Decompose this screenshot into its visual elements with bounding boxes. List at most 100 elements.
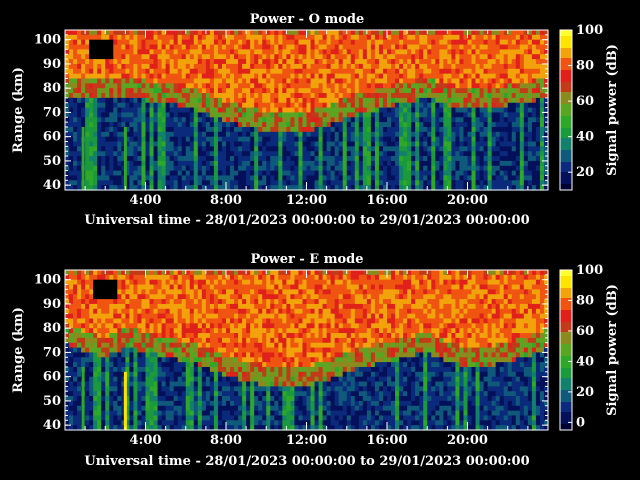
heatmap-cell — [278, 156, 283, 162]
heatmap-cell — [270, 88, 275, 94]
heatmap-cell — [419, 54, 424, 60]
heatmap-cell — [419, 117, 424, 123]
heatmap-cell — [415, 97, 420, 104]
heatmap-cell — [314, 141, 320, 147]
heatmap-cell — [411, 88, 416, 94]
heatmap-cell — [467, 97, 473, 104]
heatmap-cell — [278, 136, 283, 143]
heatmap-cell — [310, 68, 316, 75]
heatmap-cell — [298, 117, 304, 123]
heatmap-cell — [322, 54, 328, 60]
heatmap-cell — [378, 141, 384, 147]
heatmap-cell — [427, 160, 432, 167]
heatmap-cell — [221, 73, 227, 80]
heatmap-cell — [346, 126, 352, 133]
heatmap-cell — [109, 284, 114, 290]
heatmap-cell — [246, 146, 251, 152]
heatmap-cell — [374, 170, 380, 177]
heatmap-cell — [330, 97, 336, 104]
heatmap-cell — [105, 97, 110, 104]
heatmap-cell — [189, 151, 195, 157]
heatmap-cell — [391, 88, 396, 94]
heatmap-cell — [169, 97, 175, 104]
heatmap-cell — [153, 318, 159, 324]
heatmap-cell — [89, 391, 94, 397]
heatmap-cell — [165, 49, 171, 55]
heatmap-cell — [85, 102, 90, 109]
heatmap-cell — [399, 156, 404, 162]
heatmap-cell — [101, 396, 106, 402]
heatmap-cell — [129, 126, 135, 133]
heatmap-cell — [121, 323, 126, 329]
heatmap-cell — [358, 126, 364, 133]
heatmap-cell — [73, 318, 78, 324]
heatmap-cell — [153, 170, 159, 177]
heatmap-cell — [310, 39, 316, 46]
heatmap-cell — [274, 170, 279, 177]
heatmap-cell — [165, 39, 171, 46]
heatmap-cell — [403, 112, 408, 118]
heatmap-cell — [181, 49, 187, 55]
heatmap-cell — [85, 83, 90, 89]
heatmap-cell — [73, 420, 78, 426]
heatmap-cell — [318, 122, 324, 128]
heatmap-cell — [443, 88, 448, 94]
heatmap-cell — [169, 126, 175, 133]
heatmap-cell — [298, 170, 304, 177]
heatmap-cell — [226, 122, 231, 128]
heatmap-cell — [479, 39, 485, 46]
heatmap-cell — [97, 141, 102, 147]
heatmap-cell — [101, 366, 106, 373]
heatmap-cell — [447, 107, 453, 114]
heatmap-cell — [129, 160, 135, 167]
heatmap-cell — [419, 59, 424, 65]
heatmap-cell — [523, 44, 529, 50]
heatmap-cell — [415, 83, 420, 89]
heatmap-cell — [81, 318, 86, 324]
heatmap-cell — [181, 156, 187, 162]
heatmap-cell — [459, 107, 465, 114]
heatmap-cell — [165, 112, 171, 118]
heatmap-cell — [503, 146, 509, 152]
heatmap-cell — [403, 44, 408, 50]
heatmap-cell — [366, 160, 372, 167]
heatmap-cell — [93, 420, 98, 426]
heatmap-cell — [197, 54, 203, 60]
heatmap-cell — [117, 337, 122, 344]
heatmap-cell — [145, 299, 151, 305]
heatmap-cell — [539, 30, 545, 36]
heatmap-cell — [234, 63, 239, 70]
heatmap-cell — [133, 391, 139, 397]
heatmap-cell — [515, 73, 521, 80]
heatmap-cell — [354, 78, 360, 84]
heatmap-cell — [185, 83, 191, 89]
heatmap-cell — [73, 156, 78, 162]
heatmap-cell — [77, 93, 82, 99]
heatmap-cell — [310, 78, 316, 84]
heatmap-cell — [266, 165, 271, 172]
heatmap-cell — [467, 151, 473, 157]
heatmap-cell — [531, 156, 537, 162]
heatmap-cell — [129, 381, 135, 387]
heatmap-cell — [181, 39, 187, 46]
heatmap-cell — [487, 59, 493, 65]
heatmap-cell — [411, 83, 416, 89]
heatmap-cell — [495, 97, 501, 104]
heatmap-cell — [495, 141, 501, 147]
heatmap-cell — [93, 405, 98, 412]
heatmap-cell — [338, 180, 344, 186]
heatmap-cell — [507, 97, 513, 104]
heatmap-cell — [193, 122, 199, 128]
heatmap-cell — [330, 44, 336, 50]
heatmap-cell — [399, 165, 404, 172]
heatmap-cell — [491, 146, 497, 152]
heatmap-cell — [137, 357, 143, 363]
heatmap-cell — [145, 274, 151, 281]
heatmap-cell — [491, 126, 497, 133]
heatmap-cell — [226, 131, 231, 138]
heatmap-cell — [226, 39, 231, 46]
heatmap-cell — [213, 156, 219, 162]
heatmap-cell — [97, 136, 102, 143]
heatmap-cell — [467, 160, 473, 167]
heatmap-cell — [177, 78, 183, 84]
